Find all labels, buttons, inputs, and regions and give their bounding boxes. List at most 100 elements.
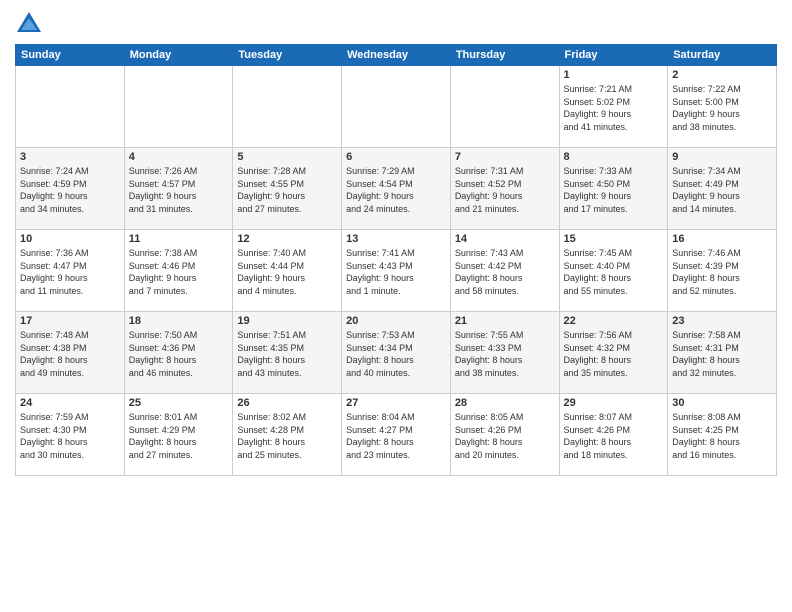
calendar-cell: 7 Sunrise: 7:31 AM Sunset: 4:52 PM Daylig…: [450, 148, 559, 230]
day-info: Sunrise: 7:45 AM Sunset: 4:40 PM Dayligh…: [564, 247, 664, 297]
day-number: 10: [20, 233, 120, 245]
calendar-cell: 6 Sunrise: 7:29 AM Sunset: 4:54 PM Daylig…: [342, 148, 451, 230]
week-row-1: 3 Sunrise: 7:24 AM Sunset: 4:59 PM Daylig…: [16, 148, 777, 230]
day-info: Sunrise: 8:05 AM Sunset: 4:26 PM Dayligh…: [455, 411, 555, 461]
col-header-friday: Friday: [559, 45, 668, 66]
day-info: Sunrise: 8:01 AM Sunset: 4:29 PM Dayligh…: [129, 411, 229, 461]
day-number: 4: [129, 151, 229, 163]
col-header-tuesday: Tuesday: [233, 45, 342, 66]
calendar-cell: 20Sunrise: 7:53 AM Sunset: 4:34 PM Dayli…: [342, 312, 451, 394]
day-info: Sunrise: 7:59 AM Sunset: 4:30 PM Dayligh…: [20, 411, 120, 461]
day-number: 8: [564, 151, 664, 163]
day-number: 1: [564, 69, 664, 81]
week-row-0: 1 Sunrise: 7:21 AM Sunset: 5:02 PM Daylig…: [16, 66, 777, 148]
calendar-cell: 25 Sunrise: 8:01 AM Sunset: 4:29 PM Dayli…: [124, 394, 233, 476]
calendar-cell: 26Sunrise: 8:02 AM Sunset: 4:28 PM Dayli…: [233, 394, 342, 476]
calendar-cell: 29 Sunrise: 8:07 AM Sunset: 4:26 PM Dayli…: [559, 394, 668, 476]
day-number: 16: [672, 233, 772, 245]
day-info: Sunrise: 7:22 AM Sunset: 5:00 PM Dayligh…: [672, 83, 772, 133]
day-info: Sunrise: 8:08 AM Sunset: 4:25 PM Dayligh…: [672, 411, 772, 461]
col-header-thursday: Thursday: [450, 45, 559, 66]
day-number: 12: [237, 233, 337, 245]
day-number: 29: [564, 397, 664, 409]
col-header-saturday: Saturday: [668, 45, 777, 66]
day-info: Sunrise: 7:56 AM Sunset: 4:32 PM Dayligh…: [564, 329, 664, 379]
day-info: Sunrise: 8:07 AM Sunset: 4:26 PM Dayligh…: [564, 411, 664, 461]
calendar-cell: [124, 66, 233, 148]
week-row-2: 10 Sunrise: 7:36 AM Sunset: 4:47 PM Dayli…: [16, 230, 777, 312]
day-info: Sunrise: 7:55 AM Sunset: 4:33 PM Dayligh…: [455, 329, 555, 379]
logo: [15, 10, 47, 38]
day-number: 30: [672, 397, 772, 409]
calendar-cell: 8 Sunrise: 7:33 AM Sunset: 4:50 PM Daylig…: [559, 148, 668, 230]
day-number: 18: [129, 315, 229, 327]
day-info: Sunrise: 7:53 AM Sunset: 4:34 PM Dayligh…: [346, 329, 446, 379]
day-number: 21: [455, 315, 555, 327]
calendar-header-row: SundayMondayTuesdayWednesdayThursdayFrid…: [16, 45, 777, 66]
calendar-cell: 28 Sunrise: 8:05 AM Sunset: 4:26 PM Dayli…: [450, 394, 559, 476]
day-number: 2: [672, 69, 772, 81]
calendar-cell: 11Sunrise: 7:38 AM Sunset: 4:46 PM Dayli…: [124, 230, 233, 312]
day-info: Sunrise: 7:21 AM Sunset: 5:02 PM Dayligh…: [564, 83, 664, 133]
col-header-wednesday: Wednesday: [342, 45, 451, 66]
day-number: 3: [20, 151, 120, 163]
day-info: Sunrise: 7:41 AM Sunset: 4:43 PM Dayligh…: [346, 247, 446, 297]
day-number: 17: [20, 315, 120, 327]
day-info: Sunrise: 7:48 AM Sunset: 4:38 PM Dayligh…: [20, 329, 120, 379]
calendar-cell: 2 Sunrise: 7:22 AM Sunset: 5:00 PM Daylig…: [668, 66, 777, 148]
calendar-cell: 17 Sunrise: 7:48 AM Sunset: 4:38 PM Dayli…: [16, 312, 125, 394]
day-info: Sunrise: 7:31 AM Sunset: 4:52 PM Dayligh…: [455, 165, 555, 215]
day-number: 22: [564, 315, 664, 327]
header: [15, 10, 777, 38]
day-number: 24: [20, 397, 120, 409]
day-info: Sunrise: 7:58 AM Sunset: 4:31 PM Dayligh…: [672, 329, 772, 379]
calendar-cell: 15Sunrise: 7:45 AM Sunset: 4:40 PM Dayli…: [559, 230, 668, 312]
day-info: Sunrise: 7:40 AM Sunset: 4:44 PM Dayligh…: [237, 247, 337, 297]
day-info: Sunrise: 7:28 AM Sunset: 4:55 PM Dayligh…: [237, 165, 337, 215]
calendar-cell: 4 Sunrise: 7:26 AM Sunset: 4:57 PM Daylig…: [124, 148, 233, 230]
calendar-cell: 14 Sunrise: 7:43 AM Sunset: 4:42 PM Dayli…: [450, 230, 559, 312]
calendar-cell: 23 Sunrise: 7:58 AM Sunset: 4:31 PM Dayli…: [668, 312, 777, 394]
day-info: Sunrise: 7:51 AM Sunset: 4:35 PM Dayligh…: [237, 329, 337, 379]
day-info: Sunrise: 8:04 AM Sunset: 4:27 PM Dayligh…: [346, 411, 446, 461]
day-info: Sunrise: 7:26 AM Sunset: 4:57 PM Dayligh…: [129, 165, 229, 215]
day-number: 9: [672, 151, 772, 163]
day-info: Sunrise: 7:36 AM Sunset: 4:47 PM Dayligh…: [20, 247, 120, 297]
day-info: Sunrise: 7:43 AM Sunset: 4:42 PM Dayligh…: [455, 247, 555, 297]
day-number: 6: [346, 151, 446, 163]
calendar-cell: 27 Sunrise: 8:04 AM Sunset: 4:27 PM Dayli…: [342, 394, 451, 476]
calendar-cell: 1 Sunrise: 7:21 AM Sunset: 5:02 PM Daylig…: [559, 66, 668, 148]
day-info: Sunrise: 7:29 AM Sunset: 4:54 PM Dayligh…: [346, 165, 446, 215]
calendar-cell: 21 Sunrise: 7:55 AM Sunset: 4:33 PM Dayli…: [450, 312, 559, 394]
day-number: 5: [237, 151, 337, 163]
day-number: 28: [455, 397, 555, 409]
day-info: Sunrise: 7:34 AM Sunset: 4:49 PM Dayligh…: [672, 165, 772, 215]
day-number: 27: [346, 397, 446, 409]
day-info: Sunrise: 7:24 AM Sunset: 4:59 PM Dayligh…: [20, 165, 120, 215]
calendar-cell: 12 Sunrise: 7:40 AM Sunset: 4:44 PM Dayli…: [233, 230, 342, 312]
calendar-cell: 13 Sunrise: 7:41 AM Sunset: 4:43 PM Dayli…: [342, 230, 451, 312]
calendar-cell: 30 Sunrise: 8:08 AM Sunset: 4:25 PM Dayli…: [668, 394, 777, 476]
calendar-cell: [233, 66, 342, 148]
calendar-cell: 5 Sunrise: 7:28 AM Sunset: 4:55 PM Daylig…: [233, 148, 342, 230]
calendar-cell: 9 Sunrise: 7:34 AM Sunset: 4:49 PM Daylig…: [668, 148, 777, 230]
calendar-cell: [16, 66, 125, 148]
calendar-cell: 18 Sunrise: 7:50 AM Sunset: 4:36 PM Dayli…: [124, 312, 233, 394]
day-number: 23: [672, 315, 772, 327]
day-number: 14: [455, 233, 555, 245]
calendar-cell: 19 Sunrise: 7:51 AM Sunset: 4:35 PM Dayli…: [233, 312, 342, 394]
day-number: 25: [129, 397, 229, 409]
day-number: 13: [346, 233, 446, 245]
calendar-cell: 10 Sunrise: 7:36 AM Sunset: 4:47 PM Dayli…: [16, 230, 125, 312]
day-info: Sunrise: 7:50 AM Sunset: 4:36 PM Dayligh…: [129, 329, 229, 379]
day-number: 7: [455, 151, 555, 163]
calendar-cell: 16 Sunrise: 7:46 AM Sunset: 4:39 PM Dayli…: [668, 230, 777, 312]
calendar-cell: 24 Sunrise: 7:59 AM Sunset: 4:30 PM Dayli…: [16, 394, 125, 476]
day-info: Sunrise: 7:46 AM Sunset: 4:39 PM Dayligh…: [672, 247, 772, 297]
day-number: 19: [237, 315, 337, 327]
calendar-cell: 22 Sunrise: 7:56 AM Sunset: 4:32 PM Dayli…: [559, 312, 668, 394]
day-info: Sunrise: 7:33 AM Sunset: 4:50 PM Dayligh…: [564, 165, 664, 215]
col-header-monday: Monday: [124, 45, 233, 66]
calendar-cell: [450, 66, 559, 148]
day-info: Sunrise: 8:02 AM Sunset: 4:28 PM Dayligh…: [237, 411, 337, 461]
